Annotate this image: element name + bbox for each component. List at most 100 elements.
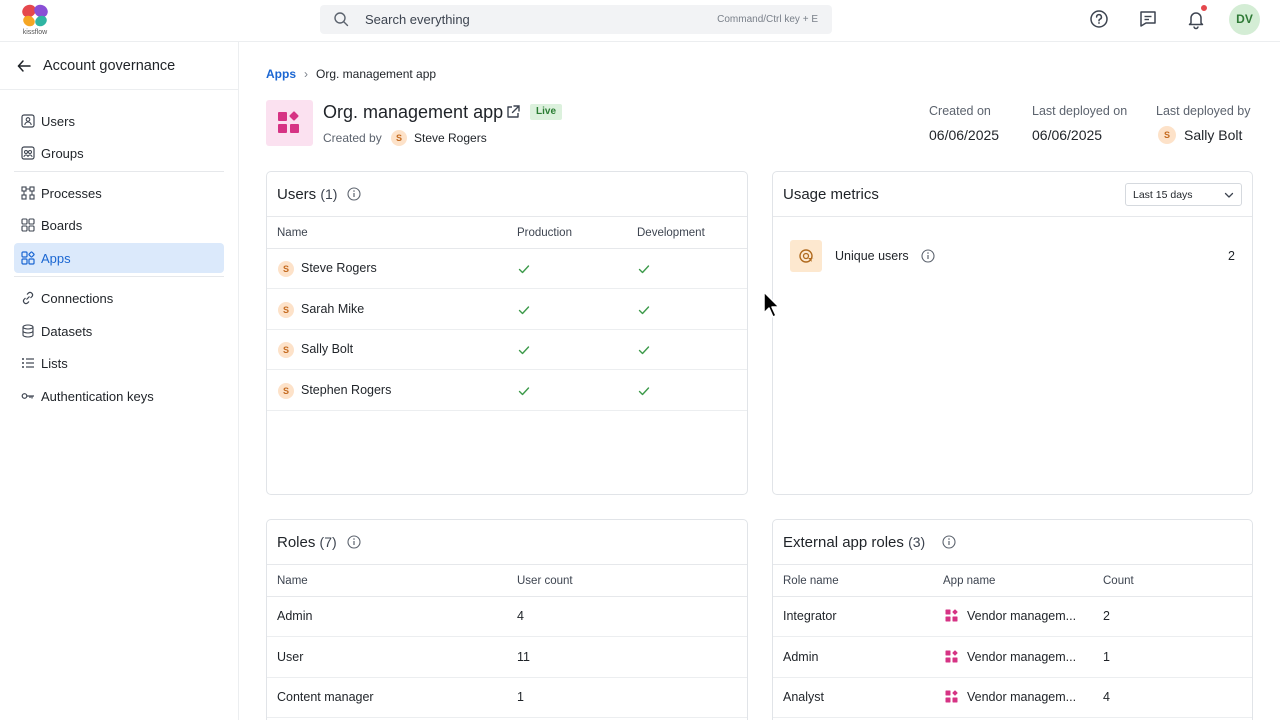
column-header[interactable]: User count (517, 575, 573, 587)
sidebar-item-label: Boards (41, 218, 83, 233)
status-badge: Live (530, 104, 563, 120)
table-row[interactable]: Admin 4 (267, 597, 747, 637)
avatar: S (391, 130, 407, 146)
sidebar-item-apps[interactable]: Apps (14, 243, 224, 273)
last-deployed-by-value: Sally Bolt (1184, 127, 1243, 143)
table-header: Name Production Development (267, 217, 747, 249)
info-icon[interactable] (921, 249, 935, 263)
search-input[interactable]: Search everything (365, 12, 470, 27)
sidebar-item-label: Users (41, 114, 75, 129)
boards-icon (21, 218, 35, 232)
table-row[interactable]: S Stephen Rogers (267, 371, 747, 411)
messages-icon[interactable] (1137, 8, 1159, 30)
user-name: Sarah Mike (301, 301, 365, 316)
table-row[interactable]: Admin Vendor managem... 1 (773, 638, 1252, 678)
sidebar-item-processes[interactable]: Processes (14, 178, 224, 208)
column-header[interactable]: Name (277, 227, 308, 239)
sidebar-item-groups[interactable]: Groups (14, 138, 224, 168)
sidebar-item-boards[interactable]: Boards (14, 210, 224, 240)
development-check-icon (638, 305, 650, 314)
app-icon (945, 690, 958, 703)
role-name: User (277, 649, 304, 664)
production-check-icon (518, 346, 530, 355)
card-header: Users (1) (267, 172, 747, 217)
datasets-icon (22, 324, 34, 338)
avatar: S (278, 382, 294, 399)
unique-users-icon (790, 240, 822, 272)
external-app-name[interactable]: Vendor managem... (967, 690, 1076, 704)
external-app-name[interactable]: Vendor managem... (967, 609, 1076, 623)
metric-label: Unique users (835, 249, 909, 263)
info-icon[interactable] (347, 535, 361, 549)
sidebar-item-label: Connections (41, 291, 114, 306)
table-row[interactable]: S Sarah Mike (267, 290, 747, 330)
role-name: Admin (277, 609, 313, 623)
user-name: Sally Bolt (301, 342, 354, 356)
table-row[interactable]: Analyst Vendor managem... 4 (773, 678, 1252, 718)
column-header[interactable]: Production (517, 227, 572, 239)
metric-value: 2 (1228, 249, 1235, 263)
help-icon[interactable] (1088, 8, 1110, 30)
avatar: S (278, 342, 294, 358)
date-range-select[interactable]: Last 15 days (1125, 183, 1242, 206)
sidebar-item-users[interactable]: Users (14, 106, 224, 136)
groups-icon (21, 146, 35, 160)
card-title: Roles (7) (277, 534, 337, 551)
external-app-name[interactable]: Vendor managem... (967, 650, 1076, 664)
sidebar-header: Account governance (0, 42, 238, 90)
breadcrumb-current: Org. management app (316, 67, 437, 81)
info-icon[interactable] (942, 535, 956, 549)
sidebar-item-label: Datasets (41, 324, 93, 339)
last-deployed-by-label: Last deployed by (1156, 104, 1251, 118)
created-by-label: Created by (323, 131, 382, 145)
app-icon (266, 100, 313, 146)
global-search[interactable]: Search everything Command/Ctrl key + E (320, 5, 832, 34)
breadcrumb: Apps › Org. management app (266, 67, 436, 81)
sidebar-title: Account governance (43, 58, 176, 74)
role-user-count: 1 (517, 690, 524, 704)
card-header: Roles (7) (267, 520, 747, 565)
sidebar: Account governance Users Groups Processe… (0, 42, 239, 720)
table-row[interactable]: S Steve Rogers (267, 249, 747, 289)
column-header[interactable]: Role name (783, 575, 839, 587)
external-role-name: Admin (783, 649, 819, 664)
production-check-icon (518, 386, 530, 395)
users-card: Users (1) Name Production Development SS… (266, 171, 748, 495)
table-row[interactable]: S Sally Bolt (267, 330, 747, 370)
last-deployed-on-label: Last deployed on (1032, 104, 1128, 118)
table-header: Role name App name Count (773, 565, 1252, 597)
development-check-icon (638, 386, 650, 395)
table-row[interactable]: Content manager 1 (267, 678, 747, 718)
external-role-count: 4 (1103, 690, 1110, 704)
sidebar-item-datasets[interactable]: Datasets (14, 316, 224, 346)
breadcrumb-apps-link[interactable]: Apps (266, 67, 296, 81)
table-row[interactable]: User 11 (267, 638, 747, 678)
external-link-icon[interactable] (505, 104, 521, 120)
column-header[interactable]: Count (1103, 575, 1134, 587)
column-header[interactable]: App name (943, 575, 995, 587)
column-header[interactable]: Name (277, 575, 308, 587)
sidebar-item-label: Lists (41, 356, 68, 371)
card-title: External app roles (3) (783, 534, 926, 551)
column-header[interactable]: Development (637, 227, 705, 239)
user-avatar[interactable]: DV (1229, 4, 1260, 35)
date-range-value: Last 15 days (1133, 189, 1193, 201)
table-row[interactable]: Integrator Vendor managem... 2 (773, 597, 1252, 637)
sidebar-divider (14, 171, 224, 172)
external-role-name: Analyst (783, 690, 824, 704)
production-check-icon (518, 265, 530, 274)
sidebar-item-connections[interactable]: Connections (14, 283, 224, 313)
sidebar-item-authentication-keys[interactable]: Authentication keys (14, 381, 224, 411)
avatar: S (278, 261, 294, 277)
roles-card: Roles (7) Name User count Admin 4 User 11 Co… (266, 519, 748, 720)
kissflow-logo[interactable]: kissflow (18, 3, 52, 39)
logo-text: kissflow (22, 29, 48, 36)
sidebar-item-lists[interactable]: Lists (14, 348, 224, 378)
user-name: Stephen Rogers (301, 382, 392, 397)
info-icon[interactable] (347, 187, 361, 201)
back-arrow-icon[interactable] (16, 58, 32, 74)
created-by-name: Steve Rogers (414, 131, 487, 145)
processes-icon (21, 186, 35, 200)
role-user-count: 4 (517, 609, 524, 623)
table-header: Name User count (267, 565, 747, 597)
